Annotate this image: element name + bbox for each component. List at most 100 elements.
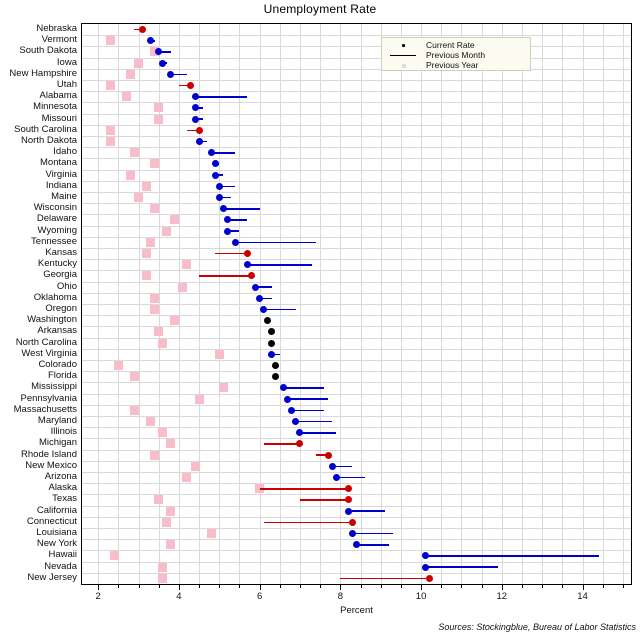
previous-year-marker [113, 361, 123, 371]
current-rate-dot [324, 451, 332, 459]
x-axis-tick-label: 2 [95, 591, 101, 602]
previous-month-line [199, 275, 252, 277]
previous-year-marker [142, 181, 152, 191]
source-note: Sources: Stockingblue, Bureau of Labor S… [438, 622, 636, 632]
y-axis-tick-label: South Dakota [19, 45, 77, 57]
chart-row [82, 539, 631, 550]
x-axis-minor-tick [461, 585, 463, 588]
y-axis-tick-label: California [36, 504, 77, 516]
y-axis-tick-label: Hawaii [48, 549, 77, 561]
y-axis-tick-label: Indiana [45, 179, 77, 191]
current-rate-dot [332, 474, 340, 482]
previous-year-marker [150, 159, 160, 169]
previous-year-marker [142, 249, 152, 259]
y-axis-tick-label: Michigan [38, 437, 77, 449]
chart-row [82, 562, 631, 573]
previous-year-marker [105, 137, 115, 147]
chart-row [82, 450, 631, 461]
x-axis-tick-label: 12 [496, 591, 508, 602]
chart-row [82, 46, 631, 57]
current-rate-dot [296, 429, 304, 437]
y-axis-tick-label: Maine [51, 191, 77, 202]
current-rate-dot [292, 418, 300, 426]
chart-row [82, 24, 631, 35]
previous-year-marker [162, 226, 172, 236]
chart-row [82, 326, 631, 337]
previous-month-line [247, 263, 313, 266]
y-axis-tick-label: New Jersey [27, 571, 77, 583]
previous-year-marker [182, 260, 192, 270]
current-rate-dot [353, 541, 360, 549]
chart-row [82, 304, 631, 315]
chart-row [82, 394, 631, 405]
previous-month-line [263, 308, 296, 311]
previous-year-marker [125, 170, 135, 180]
current-rate-dot [167, 70, 175, 78]
current-rate-dot [260, 306, 268, 314]
previous-year-marker [150, 293, 160, 303]
previous-month-line [340, 577, 430, 580]
x-axis-minor-tick [360, 585, 362, 588]
current-rate-dot [195, 126, 203, 134]
y-axis-tick-label: Colorado [38, 359, 77, 370]
previous-year-marker [158, 428, 168, 438]
current-rate-dot [231, 238, 239, 246]
previous-year-marker [154, 103, 164, 113]
previous-month-line [348, 510, 385, 512]
x-axis-major-tick [178, 585, 180, 590]
y-axis-tick-label: Georgia [43, 269, 77, 281]
x-axis-minor-tick [481, 585, 483, 588]
y-axis-tick-label: Delaware [36, 213, 77, 225]
previous-year-marker [190, 461, 200, 471]
previous-year-marker [150, 450, 160, 460]
y-axis-tick-label: Iowa [56, 56, 77, 68]
current-rate-dot [348, 530, 356, 538]
legend-item-previous-year: Previous Year [386, 60, 526, 70]
previous-month-line [283, 387, 325, 389]
x-axis-minor-tick [602, 585, 604, 588]
chart-row [82, 170, 631, 181]
chart-row [82, 158, 631, 169]
y-axis-tick-label: Texas [52, 493, 77, 505]
current-rate-dot [147, 37, 155, 45]
y-axis-tick-label: Pennsylvania [20, 392, 77, 404]
previous-year-marker [166, 540, 176, 550]
previous-year-marker [105, 81, 115, 91]
previous-year-marker [121, 92, 131, 102]
chart-row [82, 125, 631, 136]
y-axis-tick-label: North Dakota [21, 135, 77, 146]
legend-label: Previous Year [426, 60, 479, 70]
previous-month-line [263, 521, 353, 524]
x-axis-minor-tick [380, 585, 382, 588]
previous-year-marker [154, 495, 164, 505]
x-axis-minor-tick [299, 585, 301, 588]
current-rate-dot [211, 171, 219, 179]
previous-year-marker [162, 517, 172, 527]
previous-year-marker [125, 69, 135, 79]
previous-year-marker [158, 573, 168, 583]
x-axis-minor-tick [158, 585, 160, 588]
y-axis-tick-label: Tennessee [31, 235, 77, 247]
y-axis-tick-label: Minnesota [33, 101, 77, 113]
x-axis-minor-tick [441, 585, 443, 588]
y-axis-tick-label: Florida [47, 370, 77, 382]
y-axis-tick-label: South Carolina [14, 123, 77, 135]
previous-month-line [259, 487, 349, 490]
y-axis-tick-label: Kansas [45, 247, 77, 258]
y-axis-tick-label: Mississippi [31, 381, 77, 393]
x-axis-title: Percent [340, 605, 373, 616]
x-axis-minor-tick [279, 585, 281, 588]
chart-row [82, 315, 631, 326]
x-axis-minor-tick [239, 585, 241, 588]
current-rate-dot [139, 26, 147, 34]
previous-month-line [356, 543, 389, 546]
chart-row [82, 293, 631, 304]
previous-year-marker [166, 439, 176, 449]
chart-row [82, 338, 631, 349]
current-rate-dot [328, 462, 336, 470]
previous-month-line [287, 398, 329, 400]
y-axis-tick-label: Kentucky [37, 258, 77, 270]
previous-year-marker [129, 148, 139, 158]
y-axis-tick-label: West Virginia [21, 347, 77, 359]
square-marker-icon [388, 60, 422, 70]
